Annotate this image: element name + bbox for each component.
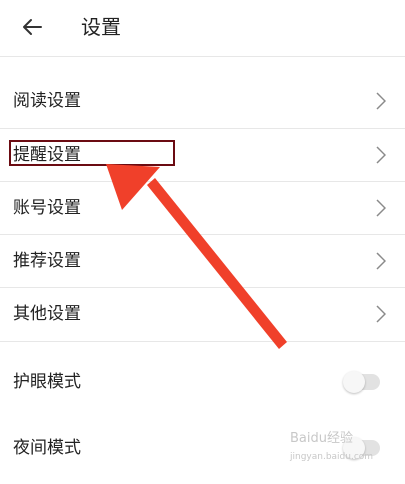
arrow-shaft xyxy=(147,178,287,349)
annotation-arrow xyxy=(106,164,287,349)
watermark: Baidu经验 xyxy=(290,431,353,446)
watermark-url: jingyan.baidu.com xyxy=(290,452,374,462)
